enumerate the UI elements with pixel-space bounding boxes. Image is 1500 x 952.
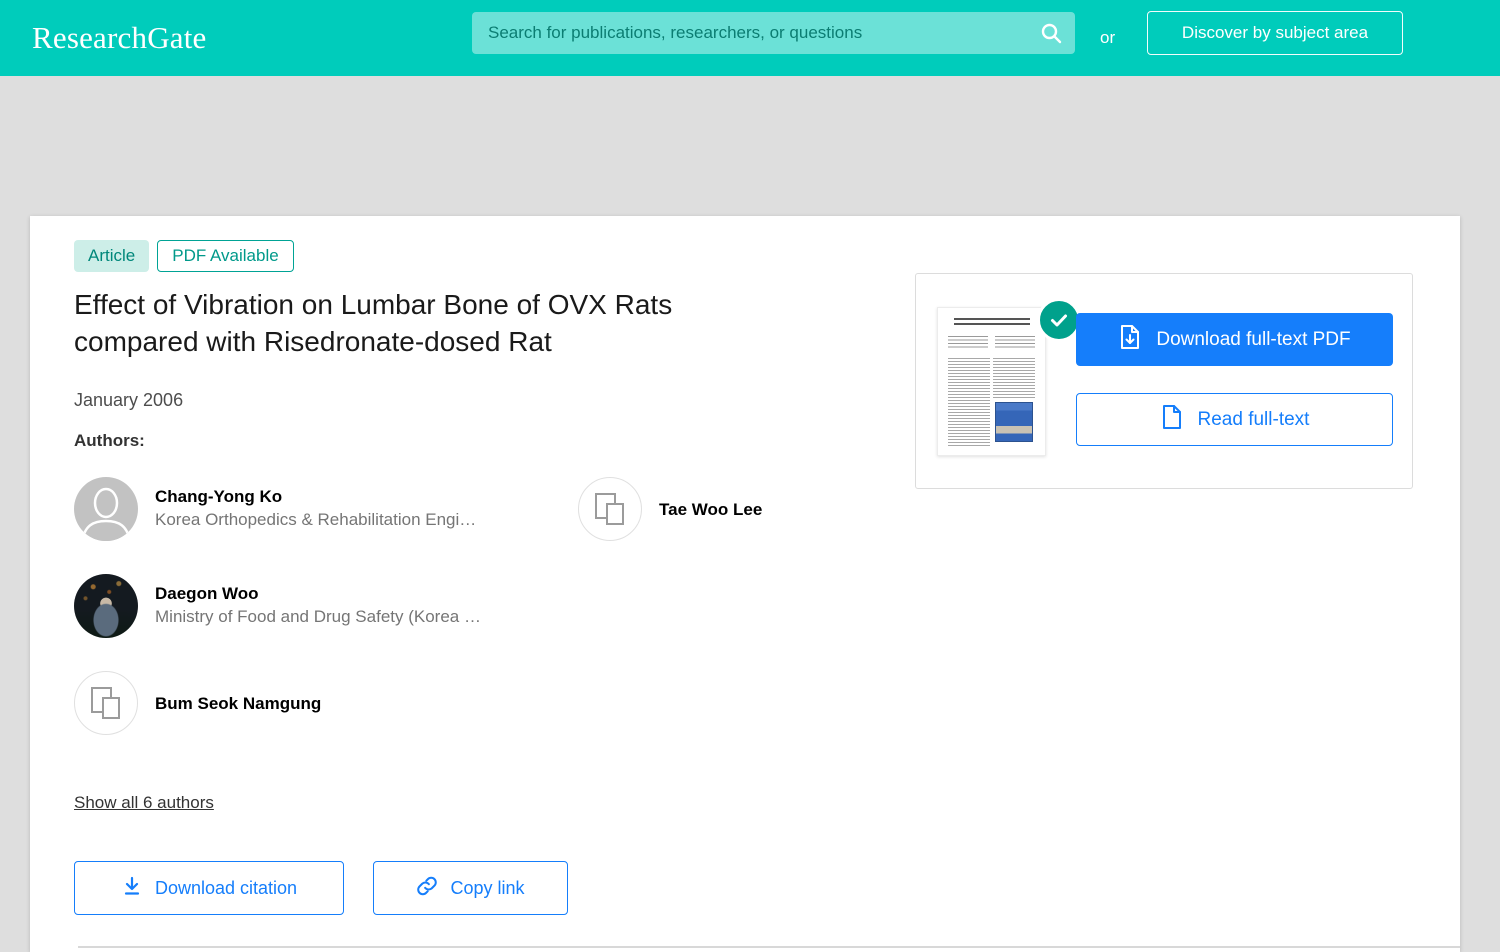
download-citation-button[interactable]: Download citation: [74, 861, 344, 915]
researchgate-logo[interactable]: ResearchGate: [32, 20, 207, 56]
fulltext-access-card: Download full-text PDF Read full-text: [915, 273, 1413, 489]
search-icon[interactable]: [1039, 21, 1063, 45]
copy-link-button[interactable]: Copy link: [373, 861, 568, 915]
read-fulltext-button[interactable]: Read full-text: [1076, 393, 1393, 446]
author-name[interactable]: Bum Seok Namgung: [155, 693, 321, 714]
publication-placeholder-avatar-icon[interactable]: [74, 671, 138, 735]
thumbnail-title-lines: [954, 318, 1030, 326]
badge-row: Article PDF Available: [74, 240, 1460, 272]
author-photo-avatar[interactable]: [74, 574, 138, 638]
top-navbar: ResearchGate or Discover by subject area: [0, 0, 1500, 76]
pdf-preview-thumbnail[interactable]: [937, 307, 1046, 456]
author-row[interactable]: Bum Seok Namgung: [74, 671, 578, 735]
article-type-badge: Article: [74, 240, 149, 272]
publication-title: Effect of Vibration on Lumbar Bone of OV…: [74, 286, 774, 360]
publication-card: Article PDF Available Effect of Vibratio…: [30, 216, 1460, 952]
or-separator-text: or: [1100, 0, 1115, 76]
author-name[interactable]: Tae Woo Lee: [659, 499, 762, 520]
search-input[interactable]: [472, 12, 1075, 54]
author-row[interactable]: Chang-Yong Ko Korea Orthopedics & Rehabi…: [74, 477, 578, 541]
authors-list: Chang-Yong Ko Korea Orthopedics & Rehabi…: [74, 477, 974, 735]
read-fulltext-label: Read full-text: [1198, 409, 1310, 431]
section-divider: [78, 946, 1460, 948]
author-name[interactable]: Chang-Yong Ko: [155, 486, 476, 507]
author-row[interactable]: Daegon Woo Ministry of Food and Drug Saf…: [74, 574, 578, 638]
copy-link-label: Copy link: [450, 878, 524, 899]
show-all-authors-link[interactable]: Show all 6 authors: [74, 793, 214, 813]
pdf-available-badge: PDF Available: [157, 240, 293, 272]
author-affiliation: Ministry of Food and Drug Safety (Korea …: [155, 604, 481, 629]
author-affiliation: Korea Orthopedics & Rehabilitation Engi…: [155, 507, 476, 532]
author-name[interactable]: Daegon Woo: [155, 583, 481, 604]
thumbnail-figure-image: [995, 402, 1033, 442]
download-citation-label: Download citation: [155, 878, 297, 899]
citation-action-row: Download citation Copy link: [74, 861, 1460, 915]
search-bar: [472, 12, 1075, 54]
download-fulltext-pdf-button[interactable]: Download full-text PDF: [1076, 313, 1393, 366]
publication-placeholder-avatar-icon[interactable]: [578, 477, 642, 541]
person-silhouette-avatar-icon[interactable]: [74, 477, 138, 541]
discover-by-subject-button[interactable]: Discover by subject area: [1147, 11, 1403, 55]
document-icon: [1160, 404, 1184, 436]
link-icon: [416, 875, 438, 902]
download-icon: [121, 875, 143, 902]
discover-button-label: Discover by subject area: [1182, 23, 1368, 43]
download-fulltext-pdf-label: Download full-text PDF: [1156, 329, 1350, 351]
document-download-icon: [1118, 324, 1142, 356]
pdf-available-check-icon: [1037, 298, 1081, 342]
